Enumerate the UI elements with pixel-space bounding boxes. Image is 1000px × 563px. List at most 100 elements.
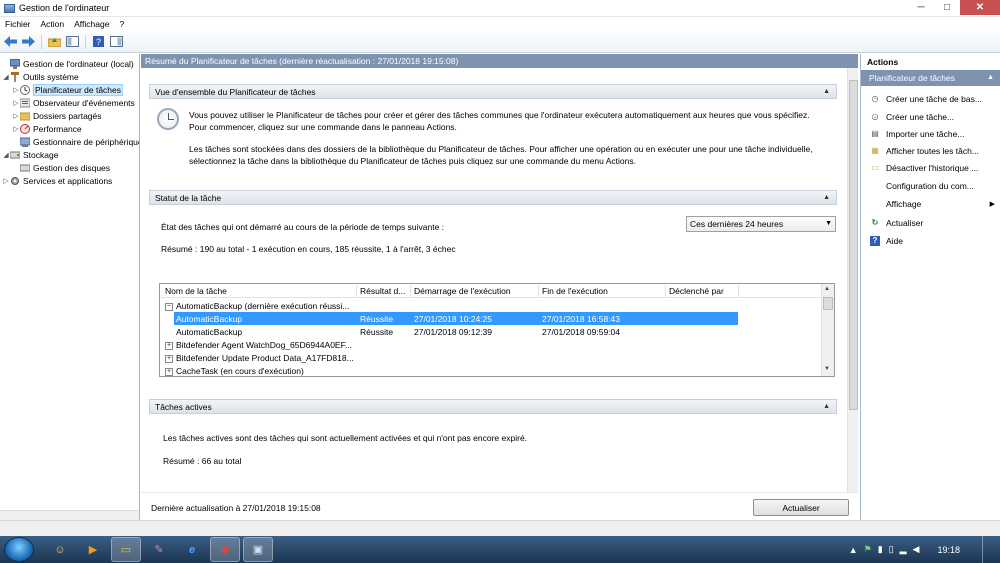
up-folder-icon[interactable] [47,34,62,49]
action-view-submenu[interactable]: Affichage ▶ [861,197,1000,211]
table-row-selected[interactable]: AutomaticBackup Réussite 27/01/2018 10:2… [174,312,738,325]
collapse-tree-icon[interactable]: − [165,302,173,311]
tree-expander[interactable]: ▷ [2,177,10,185]
column-header-triggered-by[interactable]: Déclenché par [669,286,724,296]
taskbar-clock[interactable]: 19:18 [937,545,960,555]
tree-item-system-tools[interactable]: ◢ Outils système [2,70,79,83]
table-row[interactable]: + Bitdefender Update Product Data_A17FD81… [160,351,822,364]
tree-item-computer-management[interactable]: Gestion de l'ordinateur (local) [2,57,134,70]
overview-section-header[interactable]: Vue d'ensemble du Planificateur de tâche… [149,84,837,99]
column-header-run-end[interactable]: Fin de l'exécution [542,286,608,296]
action-import-task[interactable]: ▤ Importer une tâche... [861,127,1000,141]
show-desktop-button[interactable] [982,536,992,563]
disable-history-icon: ▭ [871,163,879,172]
tree-item-storage[interactable]: ◢ Stockage [2,148,58,161]
summary-vertical-scrollbar[interactable] [847,68,858,492]
collapse-icon[interactable]: ▲ [823,194,830,201]
scroll-up-icon[interactable]: ▲ [824,286,830,292]
collapse-icon[interactable]: ▲ [987,74,994,81]
taskbar-file-explorer-icon[interactable]: ▭ [111,537,141,562]
tree-item-shared-folders[interactable]: ▷ Dossiers partagés [12,109,101,122]
action-create-task[interactable]: ◶ Créer une tâche... [861,110,1000,124]
tree-expander[interactable]: ▷ [12,86,20,94]
back-arrow-icon[interactable] [3,34,18,49]
actions-section-title: Planificateur de tâches [869,73,955,83]
tree-expander[interactable]: ▷ [12,99,20,107]
tree-item-performance[interactable]: ▷ Performance [12,122,82,135]
action-label: Configuration du com... [886,181,974,191]
taskbar-internet-explorer-icon[interactable]: e [177,537,207,562]
expand-tree-icon[interactable]: + [165,367,173,376]
table-row[interactable]: AutomaticBackup Réussite 27/01/2018 09:1… [160,325,822,338]
period-select[interactable]: Ces dernières 24 heures ▼ [686,216,836,232]
expand-tree-icon[interactable]: + [165,354,173,363]
menu-affichage[interactable]: Affichage [69,19,114,29]
action-create-basic-task[interactable]: ◷ Créer une tâche de bas... [861,92,1000,106]
column-divider[interactable] [410,285,411,297]
column-divider[interactable] [538,285,539,297]
scrollbar-thumb[interactable] [823,297,833,310]
action-at-service-configuration[interactable]: Configuration du com... [861,179,1000,193]
column-header-run-start[interactable]: Démarrage de l'exécution [414,286,511,296]
tree-expander[interactable]: ▷ [12,112,20,120]
close-button[interactable]: ✕ [960,0,1000,15]
column-divider[interactable] [738,285,739,297]
tree-item-services-applications[interactable]: ▷ Services et applications [2,174,112,187]
battery-icon[interactable]: ▮ [878,544,883,555]
column-divider[interactable] [665,285,666,297]
action-label: Importer une tâche... [886,129,965,139]
scrollbar-thumb[interactable] [849,80,858,410]
network-signal-icon[interactable]: ▂ [900,544,907,555]
taskbar-computer-management-icon[interactable]: ▣ [243,537,273,562]
tree-item-task-scheduler[interactable]: ▷ Planificateur de tâches [12,83,123,96]
table-row[interactable]: + Bitdefender Agent WatchDog_65D6944A0EF.… [160,338,822,351]
tree-expander[interactable]: ▷ [12,125,20,133]
volume-icon[interactable]: ◀ [913,544,920,555]
taskbar-media-player-icon[interactable]: ▶ [78,537,108,562]
tree-horizontal-scrollbar[interactable] [0,510,139,520]
action-help[interactable]: ? Aide [861,234,1000,248]
expand-tree-icon[interactable]: + [165,341,173,350]
action-center-flag-icon[interactable]: ⚑ [864,544,872,555]
tree-expander[interactable]: ◢ [2,151,10,159]
show-hide-tree-icon[interactable] [65,34,80,49]
show-hidden-icons-icon[interactable]: ▲ [849,545,858,555]
active-tasks-section-header[interactable]: Tâches actives ▲ [149,399,837,414]
overview-text-line: Vous pouvez utiliser le Planificateur de… [189,110,810,120]
table-row[interactable]: − AutomaticBackup (dernière exécution réu… [160,299,822,312]
menu-action[interactable]: Action [36,19,70,29]
device-icon[interactable]: ▯ [889,544,894,555]
minimize-button[interactable]: ─ [908,0,934,15]
table-vertical-scrollbar[interactable]: ▲ ▼ [821,284,834,376]
tree-item-device-manager[interactable]: Gestionnaire de périphériques [12,135,139,148]
forward-arrow-icon[interactable] [21,34,36,49]
menu-fichier[interactable]: Fichier [0,19,36,29]
action-refresh[interactable]: ↻ Actualiser [861,216,1000,230]
menu-help[interactable]: ? [114,19,129,29]
taskbar-paint-icon[interactable]: ✎ [144,537,174,562]
table-row[interactable]: + CacheTask (en cours d'exécution) [160,364,822,376]
collapse-icon[interactable]: ▲ [823,88,830,95]
show-hide-action-pane-icon[interactable] [109,34,124,49]
action-disable-history[interactable]: ▭ Désactiver l'historique ... [861,161,1000,175]
actions-section-task-scheduler[interactable]: Planificateur de tâches ▲ [861,70,1000,86]
tree-item-event-viewer[interactable]: ▷ Observateur d'événements [12,96,135,109]
tree-item-disk-management[interactable]: Gestion des disques [12,161,110,174]
column-header-task-name[interactable]: Nom de la tâche [165,286,227,296]
taskbar-chrome-icon[interactable]: ◉ [210,537,240,562]
help-icon[interactable]: ? [91,34,106,49]
action-show-all-tasks[interactable]: ▦ Afficher toutes les tâch... [861,144,1000,158]
taskbar-explorer-smiley-icon[interactable]: ☺ [45,537,75,562]
column-divider[interactable] [356,285,357,297]
refresh-button[interactable]: Actualiser [753,499,849,516]
scroll-down-icon[interactable]: ▼ [824,366,830,372]
summary-footer: Dernière actualisation à 27/01/2018 19:1… [141,492,858,520]
collapse-icon[interactable]: ▲ [823,403,830,410]
maximize-button[interactable]: □ [934,0,960,15]
tree-expander[interactable]: ◢ [2,73,10,81]
actions-title: Actions [867,57,899,67]
start-button[interactable] [4,537,34,562]
task-status-section-header[interactable]: Statut de la tâche ▲ [149,190,837,205]
services-icon [10,176,20,186]
column-header-result[interactable]: Résultat d... [360,286,405,296]
